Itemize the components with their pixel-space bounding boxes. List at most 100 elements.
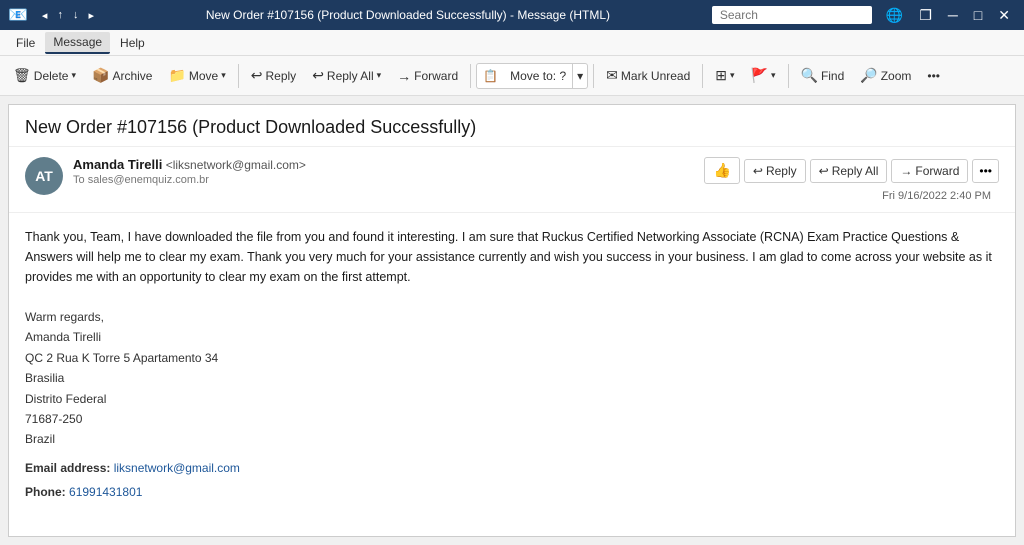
email-signature: Warm regards, Amanda Tirelli QC 2 Rua K … <box>25 307 999 503</box>
sig-address1: QC 2 Rua K Torre 5 Apartamento 34 <box>25 348 999 368</box>
toolbar: 🗑 Delete ▾ 📦 Archive 📁 Move ▾ ↩ Reply ↩ … <box>0 56 1024 96</box>
grid-button[interactable]: ⊞ ▾ <box>708 63 741 88</box>
moveto-dropdown[interactable]: 📋 Move to: ? ▾ <box>476 63 588 89</box>
app-icon: 📧 <box>8 5 28 25</box>
message-header: AT Amanda Tirelli <liksnetwork@gmail.com… <box>9 147 1015 213</box>
move-icon: 📁 <box>168 67 185 84</box>
forward-label: Forward <box>414 69 458 83</box>
sender-name-row: Amanda Tirelli <liksnetwork@gmail.com> <box>73 157 704 172</box>
archive-button[interactable]: 📦 Archive <box>85 63 159 88</box>
sender-to: To sales@enemquiz.com.br <box>73 174 704 186</box>
inline-reply-button[interactable]: ↩ Reply <box>744 159 806 183</box>
reply-all-label: Reply All <box>327 69 374 83</box>
sig-email-label: Email address: <box>25 461 110 475</box>
body-paragraph: Thank you, Team, I have downloaded the f… <box>25 227 999 287</box>
inline-more-button[interactable]: ••• <box>972 159 999 183</box>
move-button[interactable]: 📁 Move ▾ <box>161 63 232 88</box>
inline-forward-icon: → <box>900 164 912 178</box>
forward-button[interactable]: → Forward <box>390 64 465 88</box>
message-subject: New Order #107156 (Product Downloaded Su… <box>9 105 1015 147</box>
separator-4 <box>702 64 703 88</box>
title-bar-title: New Order #107156 (Product Downloaded Su… <box>104 8 712 22</box>
mark-unread-button[interactable]: ✉ Mark Unread <box>599 63 697 88</box>
maximize-button[interactable]: □ <box>968 5 988 25</box>
to-label: To <box>73 174 85 186</box>
menu-item-message[interactable]: Message <box>45 32 110 54</box>
sig-zip: 71687-250 <box>25 409 999 429</box>
title-bar-left: 📧 ◂ ↑ ↓ ▸ <box>8 5 104 25</box>
grid-icon: ⊞ <box>715 67 727 84</box>
zoom-label: Zoom <box>881 69 912 83</box>
title-bar-controls: 🌐 ❐ ─ □ ✕ <box>880 5 1016 26</box>
avatar: AT <box>25 157 63 195</box>
zoom-button[interactable]: 🔎 Zoom <box>853 63 918 88</box>
header-right-group: 👍 ↩ Reply ↩ Reply All → Forward ••• Fri … <box>704 157 999 202</box>
sig-name: Amanda Tirelli <box>25 327 999 347</box>
menu-item-file[interactable]: File <box>8 33 43 53</box>
inline-reply-all-icon: ↩ <box>819 164 829 178</box>
moveto-arrow[interactable]: ▾ <box>572 64 587 88</box>
more-button[interactable]: ••• <box>920 65 947 87</box>
reply-all-button[interactable]: ↩ Reply All ▾ <box>305 63 388 88</box>
grid-arrow[interactable]: ▾ <box>730 70 735 81</box>
delete-button[interactable]: 🗑 Delete ▾ <box>6 63 83 88</box>
sig-phone-row: Phone: 61991431801 <box>25 482 999 502</box>
flag-arrow[interactable]: ▾ <box>771 70 776 81</box>
reply-label: Reply <box>266 69 297 83</box>
find-button[interactable]: 🔍 Find <box>794 63 852 88</box>
menu-bar: File Message Help <box>0 30 1024 56</box>
message-body: Thank you, Team, I have downloaded the f… <box>9 213 1015 517</box>
mark-unread-label: Mark Unread <box>621 69 690 83</box>
sender-info: Amanda Tirelli <liksnetwork@gmail.com> T… <box>73 157 704 186</box>
title-bar-nav: ◂ ↑ ↓ ▸ <box>38 7 98 24</box>
delete-icon: 🗑 <box>13 67 31 84</box>
back-button[interactable]: ◂ <box>38 7 52 24</box>
forward-button[interactable]: ▸ <box>84 7 98 24</box>
globe-icon[interactable]: 🌐 <box>880 5 909 26</box>
sig-state: Distrito Federal <box>25 389 999 409</box>
inline-reply-icon: ↩ <box>753 164 763 178</box>
separator-3 <box>593 64 594 88</box>
close-button[interactable]: ✕ <box>992 5 1016 26</box>
find-icon: 🔍 <box>801 67 818 84</box>
up-button[interactable]: ↑ <box>53 7 67 23</box>
sender-name: Amanda Tirelli <box>73 157 162 172</box>
search-input[interactable] <box>712 6 872 24</box>
sig-phone-label: Phone: <box>25 485 66 499</box>
delete-label: Delete <box>34 69 69 83</box>
reply-icon: ↩ <box>251 67 263 84</box>
moveto-label: Move to: ? <box>504 69 572 83</box>
inline-forward-button[interactable]: → Forward <box>891 159 968 183</box>
moveto-icon: 📋 <box>477 69 504 83</box>
reply-all-arrow[interactable]: ▾ <box>377 70 382 81</box>
inline-reply-all-button[interactable]: ↩ Reply All <box>810 159 888 183</box>
message-action-buttons: 👍 ↩ Reply ↩ Reply All → Forward ••• <box>704 157 999 184</box>
reply-button[interactable]: ↩ Reply <box>244 63 303 88</box>
separator-2 <box>470 64 471 88</box>
move-label: Move <box>189 69 218 83</box>
title-bar: 📧 ◂ ↑ ↓ ▸ New Order #107156 (Product Dow… <box>0 0 1024 30</box>
sig-greeting: Warm regards, <box>25 307 999 327</box>
mark-unread-icon: ✉ <box>606 67 618 84</box>
delete-arrow[interactable]: ▾ <box>71 70 76 81</box>
to-address: sales@enemquiz.com.br <box>88 174 209 186</box>
down-button[interactable]: ↓ <box>69 7 83 23</box>
menu-item-help[interactable]: Help <box>112 33 153 53</box>
restore-icon[interactable]: ❐ <box>913 5 938 26</box>
sig-email-link[interactable]: liksnetwork@gmail.com <box>114 461 240 475</box>
minimize-button[interactable]: ─ <box>942 5 964 25</box>
sig-email-row: Email address: liksnetwork@gmail.com <box>25 458 999 478</box>
zoom-icon: 🔎 <box>860 67 877 84</box>
move-arrow[interactable]: ▾ <box>221 70 226 81</box>
more-icon: ••• <box>927 69 940 83</box>
message-date: Fri 9/16/2022 2:40 PM <box>882 190 991 202</box>
flag-button[interactable]: 🚩 ▾ <box>744 63 783 88</box>
separator-5 <box>788 64 789 88</box>
like-button[interactable]: 👍 <box>704 157 739 184</box>
separator-1 <box>238 64 239 88</box>
forward-icon: → <box>397 68 411 84</box>
sig-phone-link[interactable]: 61991431801 <box>69 485 142 499</box>
message-container: New Order #107156 (Product Downloaded Su… <box>8 104 1016 537</box>
sender-email: <liksnetwork@gmail.com> <box>166 158 306 172</box>
sig-city: Brasilia <box>25 368 999 388</box>
